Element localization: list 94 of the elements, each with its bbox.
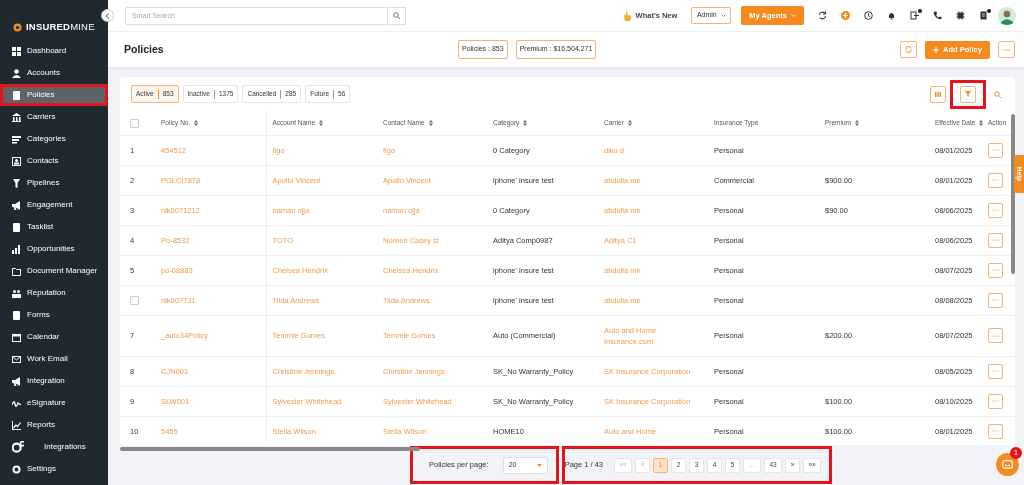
document-icon	[12, 90, 21, 100]
sidebar-item[interactable]: Reports	[0, 414, 108, 436]
folder-icon	[12, 266, 21, 276]
row-action-button[interactable]	[988, 363, 1003, 379]
sidebar-item[interactable]: Forms	[0, 304, 108, 326]
bell-icon[interactable]	[887, 11, 896, 20]
sidebar-item[interactable]: Engagement	[0, 194, 108, 216]
scrollbar[interactable]	[1011, 114, 1015, 274]
logo-icon	[13, 22, 22, 32]
signature-icon	[12, 398, 21, 408]
clock-icon[interactable]	[864, 11, 873, 20]
row-action-button[interactable]	[988, 172, 1003, 188]
row-action-button[interactable]	[988, 262, 1003, 278]
calendar-icon	[12, 332, 21, 342]
sidebar-item[interactable]: Contacts	[0, 150, 108, 172]
plus-icon[interactable]	[841, 11, 850, 20]
people-icon	[12, 288, 21, 298]
document-icon[interactable]	[979, 11, 988, 20]
refresh-icon	[905, 46, 912, 53]
sidebar-item[interactable]: Pipelines	[0, 172, 108, 194]
sidebar-item[interactable]: Opportunities	[0, 238, 108, 260]
bank-icon	[12, 112, 21, 122]
sidebar-item[interactable]: Work Email	[0, 348, 108, 370]
sidebar-item[interactable]: Integrations	[0, 436, 108, 458]
line-chart-icon	[12, 420, 21, 430]
sidebar-item[interactable]: Integration	[0, 370, 108, 392]
row-action-button[interactable]	[988, 423, 1003, 439]
more-button[interactable]	[998, 41, 1015, 58]
sidebar-item[interactable]: eSignature	[0, 392, 108, 414]
megaphone-icon	[12, 376, 21, 386]
sidebar-item[interactable]: Accounts	[0, 62, 108, 84]
chevron-left-icon	[105, 12, 110, 19]
caret-icon	[720, 14, 726, 17]
logout-icon[interactable]	[910, 11, 919, 20]
notification-badge: 1	[1010, 447, 1022, 459]
sort-icon	[428, 119, 433, 126]
sidebar-item[interactable]: Reputation	[0, 282, 108, 304]
ellipsis-icon	[992, 334, 999, 337]
page-title: Policies	[124, 41, 165, 57]
envelope-icon	[12, 354, 21, 364]
columns-button[interactable]	[930, 85, 946, 103]
sort-icon	[194, 119, 199, 126]
row-checkbox[interactable]	[130, 296, 139, 305]
grid-icon	[12, 46, 21, 56]
logo-text: INSUREDMINE	[26, 19, 95, 34]
caret-icon	[791, 14, 796, 17]
sidebar-item[interactable]: Calendar	[0, 326, 108, 348]
chat-button[interactable]	[996, 453, 1019, 476]
sort-icon	[979, 119, 984, 126]
document-icon	[12, 310, 21, 320]
search-icon	[993, 90, 1001, 98]
phone-icon[interactable]	[933, 11, 942, 20]
refresh-icon[interactable]	[818, 11, 827, 20]
caret-icon	[536, 463, 542, 467]
document-icon	[12, 222, 21, 232]
row-action-button[interactable]	[988, 292, 1003, 308]
sidebar-item[interactable]: Policies	[0, 84, 108, 106]
sidebar-item[interactable]: Categories	[0, 128, 108, 150]
chat-icon	[1002, 459, 1013, 470]
search-icon	[393, 12, 400, 19]
sidebar-item[interactable]: Tasklist	[0, 216, 108, 238]
person-icon	[12, 68, 21, 78]
gears-icon	[12, 441, 24, 453]
row-action-button[interactable]	[988, 328, 1003, 343]
plus-icon	[933, 46, 940, 53]
refresh-button[interactable]	[900, 41, 917, 58]
sort-icon	[855, 119, 859, 126]
chip-icon[interactable]	[956, 11, 965, 20]
sort-icon	[319, 119, 324, 126]
contact-card-icon	[12, 156, 21, 166]
row-action-button[interactable]	[988, 202, 1003, 218]
filter-button[interactable]	[960, 85, 976, 103]
search-button[interactable]	[388, 6, 406, 25]
ellipsis-icon	[1003, 48, 1010, 51]
funnel-icon	[12, 178, 21, 188]
sidebar-item[interactable]: Document Manager	[0, 260, 108, 282]
hand-icon	[622, 10, 632, 21]
gear-icon	[12, 464, 21, 474]
list-icon	[12, 134, 21, 144]
sort-icon	[627, 119, 632, 126]
sidebar-item[interactable]: Carriers	[0, 106, 108, 128]
bar-chart-icon	[12, 244, 21, 254]
megaphone-icon	[12, 200, 21, 210]
sidebar-item[interactable]: Dashboard	[0, 40, 108, 62]
row-action-button[interactable]	[988, 142, 1003, 158]
select-all-checkbox[interactable]	[130, 118, 139, 128]
row-action-button[interactable]	[988, 232, 1003, 248]
sidebar-item[interactable]: Settings	[0, 458, 108, 480]
columns-icon	[935, 91, 941, 97]
avatar-icon[interactable]	[998, 6, 1016, 25]
funnel-icon	[965, 91, 971, 97]
sort-icon	[523, 119, 528, 126]
row-action-button[interactable]	[988, 393, 1003, 409]
scrollbar[interactable]	[120, 447, 420, 451]
